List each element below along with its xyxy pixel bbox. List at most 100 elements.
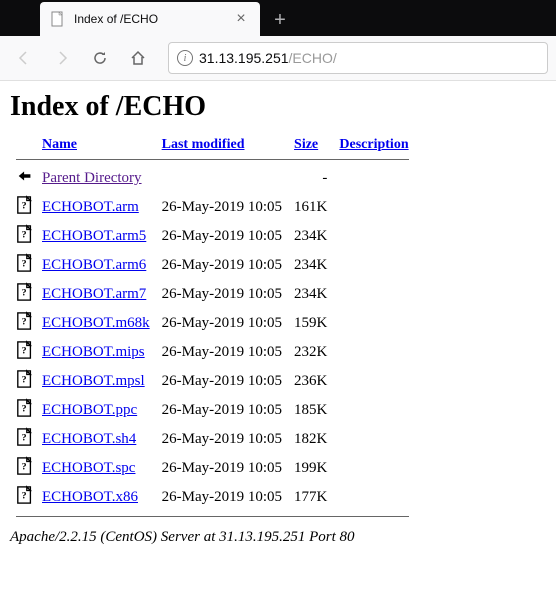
back-button[interactable] bbox=[8, 42, 40, 74]
col-size[interactable]: Size bbox=[294, 137, 318, 152]
file-row: ? ECHOBOT.arm6 26-May-2019 10:05234K bbox=[10, 251, 415, 280]
tab-close-icon[interactable]: × bbox=[232, 10, 250, 28]
svg-text:?: ? bbox=[22, 375, 27, 386]
parent-row: Parent Directory - bbox=[10, 164, 415, 193]
file-link[interactable]: ECHOBOT.x86 bbox=[42, 489, 138, 505]
file-modified: 26-May-2019 10:05 bbox=[156, 193, 288, 222]
parent-directory-link[interactable]: Parent Directory bbox=[42, 170, 142, 186]
home-button[interactable] bbox=[122, 42, 154, 74]
unknown-file-icon: ? bbox=[16, 427, 34, 447]
unknown-file-icon: ? bbox=[16, 340, 34, 360]
unknown-file-icon: ? bbox=[16, 195, 34, 215]
svg-text:?: ? bbox=[22, 259, 27, 270]
arrow-right-icon bbox=[54, 50, 70, 66]
file-size: 234K bbox=[288, 280, 333, 309]
tab-bar: Index of /ECHO × + bbox=[0, 0, 556, 36]
info-icon[interactable]: i bbox=[177, 50, 193, 66]
file-modified: 26-May-2019 10:05 bbox=[156, 367, 288, 396]
file-row: ? ECHOBOT.arm5 26-May-2019 10:05234K bbox=[10, 222, 415, 251]
unknown-file-icon: ? bbox=[16, 311, 34, 331]
back-arrow-icon bbox=[16, 166, 34, 186]
unknown-file-icon: ? bbox=[16, 456, 34, 476]
svg-text:?: ? bbox=[22, 462, 27, 473]
file-link[interactable]: ECHOBOT.mpsl bbox=[42, 373, 145, 389]
page-content: Index of /ECHO Name Last modified Size D… bbox=[0, 81, 556, 556]
svg-text:?: ? bbox=[22, 201, 27, 212]
unknown-file-icon: ? bbox=[16, 282, 34, 302]
file-row: ? ECHOBOT.arm7 26-May-2019 10:05234K bbox=[10, 280, 415, 309]
divider bbox=[16, 159, 409, 160]
file-modified: 26-May-2019 10:05 bbox=[156, 251, 288, 280]
file-row: ? ECHOBOT.x86 26-May-2019 10:05177K bbox=[10, 483, 415, 512]
file-row: ? ECHOBOT.sh4 26-May-2019 10:05182K bbox=[10, 425, 415, 454]
file-link[interactable]: ECHOBOT.arm7 bbox=[42, 286, 146, 302]
file-size: 159K bbox=[288, 309, 333, 338]
file-link[interactable]: ECHOBOT.spc bbox=[42, 460, 135, 476]
file-row: ? ECHOBOT.mpsl 26-May-2019 10:05236K bbox=[10, 367, 415, 396]
arrow-left-icon bbox=[16, 50, 32, 66]
file-link[interactable]: ECHOBOT.ppc bbox=[42, 402, 137, 418]
file-row: ? ECHOBOT.ppc 26-May-2019 10:05185K bbox=[10, 396, 415, 425]
file-size: 232K bbox=[288, 338, 333, 367]
file-row: ? ECHOBOT.mips 26-May-2019 10:05232K bbox=[10, 338, 415, 367]
tab-active[interactable]: Index of /ECHO × bbox=[40, 2, 260, 36]
svg-text:?: ? bbox=[22, 317, 27, 328]
file-size: 177K bbox=[288, 483, 333, 512]
browser-chrome: Index of /ECHO × + i 31.13.195.251/ECHO/ bbox=[0, 0, 556, 81]
parent-size: - bbox=[288, 164, 333, 193]
svg-text:?: ? bbox=[22, 404, 27, 415]
file-size: 234K bbox=[288, 251, 333, 280]
unknown-file-icon: ? bbox=[16, 398, 34, 418]
directory-listing: Name Last modified Size Description Pare… bbox=[10, 135, 415, 521]
svg-text:?: ? bbox=[22, 433, 27, 444]
forward-button[interactable] bbox=[46, 42, 78, 74]
col-description[interactable]: Description bbox=[339, 137, 408, 152]
file-size: 199K bbox=[288, 454, 333, 483]
unknown-file-icon: ? bbox=[16, 485, 34, 505]
file-link[interactable]: ECHOBOT.mips bbox=[42, 344, 145, 360]
col-name[interactable]: Name bbox=[42, 137, 77, 152]
file-modified: 26-May-2019 10:05 bbox=[156, 222, 288, 251]
toolbar: i 31.13.195.251/ECHO/ bbox=[0, 36, 556, 80]
reload-button[interactable] bbox=[84, 42, 116, 74]
file-modified: 26-May-2019 10:05 bbox=[156, 338, 288, 367]
svg-text:?: ? bbox=[22, 288, 27, 299]
file-modified: 26-May-2019 10:05 bbox=[156, 425, 288, 454]
file-row: ? ECHOBOT.spc 26-May-2019 10:05199K bbox=[10, 454, 415, 483]
file-modified: 26-May-2019 10:05 bbox=[156, 309, 288, 338]
unknown-file-icon: ? bbox=[16, 253, 34, 273]
file-link[interactable]: ECHOBOT.arm5 bbox=[42, 228, 146, 244]
col-modified[interactable]: Last modified bbox=[162, 137, 245, 152]
tab-title: Index of /ECHO bbox=[74, 12, 232, 26]
file-link[interactable]: ECHOBOT.arm6 bbox=[42, 257, 146, 273]
file-modified: 26-May-2019 10:05 bbox=[156, 396, 288, 425]
file-size: 161K bbox=[288, 193, 333, 222]
file-size: 236K bbox=[288, 367, 333, 396]
svg-text:?: ? bbox=[22, 491, 27, 502]
file-link[interactable]: ECHOBOT.sh4 bbox=[42, 431, 136, 447]
file-size: 234K bbox=[288, 222, 333, 251]
home-icon bbox=[130, 50, 146, 66]
file-size: 185K bbox=[288, 396, 333, 425]
header-row: Name Last modified Size Description bbox=[10, 135, 415, 155]
unknown-file-icon: ? bbox=[16, 224, 34, 244]
svg-text:?: ? bbox=[22, 346, 27, 357]
svg-text:?: ? bbox=[22, 230, 27, 241]
reload-icon bbox=[92, 50, 108, 66]
file-modified: 26-May-2019 10:05 bbox=[156, 454, 288, 483]
server-footer: Apache/2.2.15 (CentOS) Server at 31.13.1… bbox=[10, 529, 546, 546]
file-row: ? ECHOBOT.arm 26-May-2019 10:05161K bbox=[10, 193, 415, 222]
file-modified: 26-May-2019 10:05 bbox=[156, 483, 288, 512]
url-text: 31.13.195.251/ECHO/ bbox=[199, 50, 337, 66]
file-size: 182K bbox=[288, 425, 333, 454]
divider bbox=[16, 516, 409, 517]
file-row: ? ECHOBOT.m68k 26-May-2019 10:05159K bbox=[10, 309, 415, 338]
tab-favicon-icon bbox=[50, 11, 66, 27]
file-link[interactable]: ECHOBOT.arm bbox=[42, 199, 139, 215]
page-title: Index of /ECHO bbox=[10, 91, 546, 123]
new-tab-button[interactable]: + bbox=[264, 4, 296, 36]
file-modified: 26-May-2019 10:05 bbox=[156, 280, 288, 309]
file-link[interactable]: ECHOBOT.m68k bbox=[42, 315, 150, 331]
unknown-file-icon: ? bbox=[16, 369, 34, 389]
url-bar[interactable]: i 31.13.195.251/ECHO/ bbox=[168, 42, 548, 74]
